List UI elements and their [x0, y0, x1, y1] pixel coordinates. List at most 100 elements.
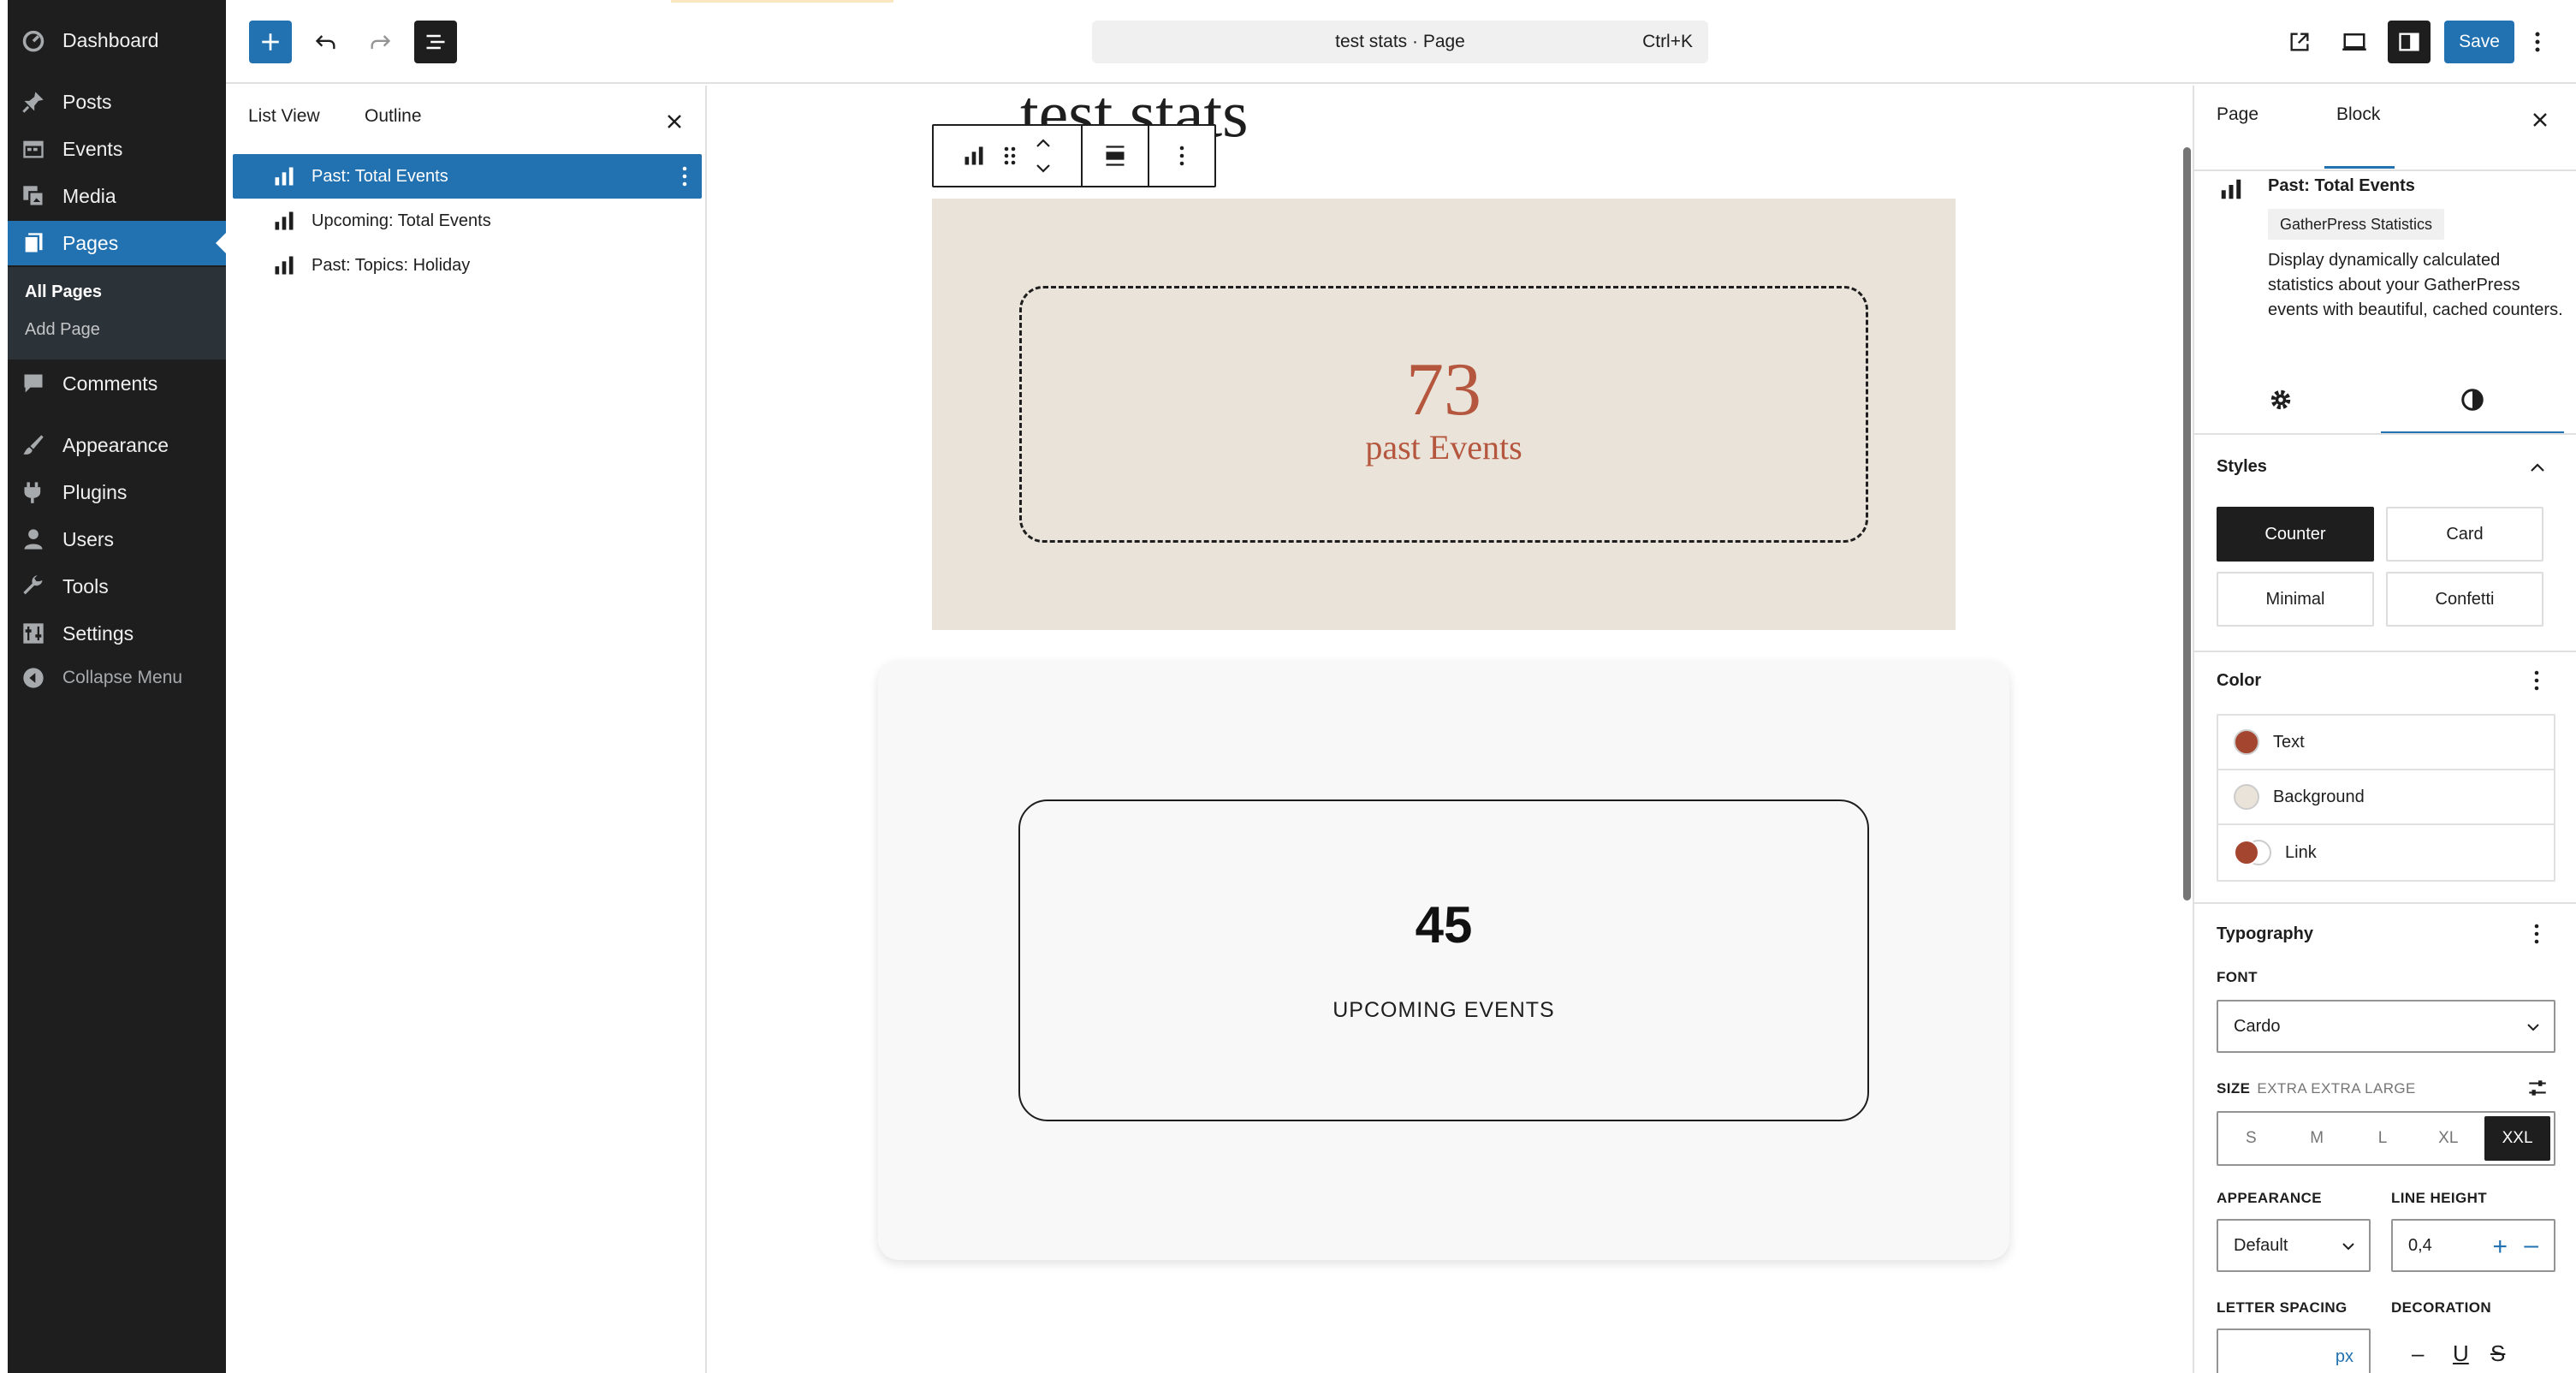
bar-chart-icon — [275, 256, 294, 275]
list-item-label: Upcoming: Total Events — [312, 211, 491, 230]
settings-toggle-button[interactable] — [2388, 21, 2431, 63]
color-link-item[interactable]: Link — [2218, 825, 2554, 880]
device-preview-button[interactable] — [2333, 21, 2376, 63]
size-s-button[interactable]: S — [2218, 1113, 2284, 1164]
stats-block-past-events[interactable]: 73 past Events — [932, 199, 1956, 630]
size-m-button[interactable]: M — [2284, 1113, 2350, 1164]
more-vertical-icon — [2535, 32, 2540, 52]
close-settings-button[interactable] — [2525, 104, 2555, 135]
block-variation-badge: GatherPress Statistics — [2268, 209, 2445, 240]
drag-handle-icon[interactable] — [1001, 144, 1018, 168]
canvas-scrollbar[interactable] — [2183, 147, 2191, 900]
plugin-icon — [21, 480, 45, 504]
menu-item-appearance[interactable]: Appearance — [8, 423, 226, 467]
styles-subtab[interactable] — [2460, 387, 2485, 413]
more-vertical-icon[interactable] — [2533, 923, 2540, 945]
size-xl-button[interactable]: XL — [2415, 1113, 2481, 1164]
block-options-button[interactable] — [1149, 126, 1214, 186]
menu-label: Pages — [62, 231, 119, 254]
list-item-label: Past: Total Events — [312, 166, 448, 186]
menu-item-media[interactable]: Media — [8, 174, 226, 218]
chevron-down-icon — [2342, 1243, 2354, 1251]
calendar-icon — [21, 137, 45, 161]
decoration-underline-button[interactable]: U — [2453, 1340, 2469, 1367]
collapse-icon — [21, 666, 45, 690]
style-minimal-button[interactable]: Minimal — [2217, 572, 2374, 627]
block-toolbar — [932, 124, 1216, 187]
menu-item-users[interactable]: Users — [8, 517, 226, 562]
line-height-input[interactable]: 0,4 + – — [2391, 1219, 2555, 1272]
sidebar-edge — [0, 0, 8, 1373]
more-vertical-icon[interactable] — [681, 165, 688, 187]
block-settings-panel: Page Block Past: Total Events GatherPres… — [2193, 86, 2576, 1373]
move-up-down-icon[interactable] — [1034, 134, 1053, 177]
size-l-button[interactable]: L — [2350, 1113, 2416, 1164]
menu-item-plugins[interactable]: Plugins — [8, 470, 226, 514]
line-height-label: LINE HEIGHT — [2391, 1190, 2488, 1206]
list-item-upcoming-total-events[interactable]: Upcoming: Total Events — [233, 199, 702, 243]
align-icon — [1106, 146, 1125, 166]
font-size-picker: S M L XL XXL — [2217, 1111, 2555, 1166]
stats-block-upcoming-events[interactable]: 45 UPCOMING EVENTS — [878, 661, 2009, 1260]
menu-item-settings[interactable]: Settings — [8, 611, 226, 656]
options-button[interactable] — [2525, 21, 2550, 63]
menu-item-comments[interactable]: Comments — [8, 361, 226, 406]
appearance-select[interactable]: Default — [2217, 1219, 2371, 1272]
decoration-strikethrough-button[interactable]: S — [2490, 1340, 2505, 1367]
menu-item-posts[interactable]: Posts — [8, 80, 226, 124]
decrement-button[interactable]: – — [2524, 1231, 2538, 1260]
menu-item-dashboard[interactable]: Dashboard — [8, 18, 226, 62]
increment-button[interactable]: + — [2492, 1233, 2508, 1262]
style-counter-button[interactable]: Counter — [2217, 507, 2374, 562]
custom-size-icon[interactable] — [2526, 1077, 2549, 1099]
add-block-button[interactable] — [249, 21, 292, 63]
align-button[interactable] — [1083, 126, 1149, 186]
menu-item-pages[interactable]: Pages — [8, 221, 226, 265]
list-item-past-topics-holiday[interactable]: Past: Topics: Holiday — [233, 243, 702, 288]
menu-label: Dashboard — [62, 28, 159, 51]
collapse-menu-button[interactable]: Collapse Menu — [8, 656, 226, 700]
decoration-none-button[interactable]: – — [2412, 1340, 2424, 1367]
view-page-button[interactable] — [2278, 21, 2321, 63]
color-text-item[interactable]: Text — [2218, 716, 2554, 770]
redo-icon — [371, 35, 391, 50]
comment-icon — [21, 371, 45, 395]
undo-button[interactable] — [305, 21, 347, 63]
tab-block[interactable]: Block — [2336, 104, 2380, 125]
close-list-view-button[interactable] — [659, 106, 690, 137]
size-label: SIZE EXTRA EXTRA LARGE — [2217, 1080, 2416, 1097]
list-item-past-total-events[interactable]: Past: Total Events — [233, 154, 702, 199]
shortcut-hint: Ctrl+K — [1642, 32, 1693, 51]
style-confetti-button[interactable]: Confetti — [2386, 572, 2543, 627]
styles-section-title[interactable]: Styles — [2217, 457, 2267, 477]
divider — [2194, 651, 2576, 652]
menu-item-tools[interactable]: Tools — [8, 564, 226, 609]
chevron-up-icon[interactable] — [2528, 459, 2547, 478]
brush-icon — [21, 433, 45, 457]
tab-list-view[interactable]: List View — [248, 106, 320, 127]
tab-page[interactable]: Page — [2217, 104, 2258, 125]
settings-subtab[interactable] — [2268, 387, 2294, 413]
tab-outline[interactable]: Outline — [365, 106, 422, 127]
divider — [2194, 902, 2576, 904]
appearance-label: APPEARANCE — [2217, 1190, 2323, 1206]
menu-label: Posts — [62, 90, 112, 113]
command-palette-bar[interactable]: test stats · Page Ctrl+K — [1092, 21, 1708, 63]
font-select[interactable]: Cardo — [2217, 1000, 2555, 1053]
bar-chart-icon[interactable] — [962, 144, 986, 168]
color-background-item[interactable]: Background — [2218, 770, 2554, 825]
save-button[interactable]: Save — [2444, 21, 2514, 63]
document-overview-button[interactable] — [414, 21, 457, 63]
style-card-button[interactable]: Card — [2386, 507, 2543, 562]
letter-spacing-input[interactable]: px — [2217, 1328, 2371, 1373]
redo-button[interactable] — [359, 21, 401, 63]
list-item-label: Past: Topics: Holiday — [312, 255, 471, 275]
submenu-add-page[interactable]: Add Page — [25, 320, 100, 340]
submenu-all-pages[interactable]: All Pages — [25, 282, 102, 302]
more-vertical-icon[interactable] — [2533, 669, 2540, 692]
block-type-controls — [934, 126, 1083, 186]
letter-spacing-unit[interactable]: px — [2336, 1347, 2353, 1367]
admin-sidebar: Dashboard Posts Events Media Pages All P… — [0, 0, 226, 1373]
menu-item-events[interactable]: Events — [8, 127, 226, 171]
size-xxl-button[interactable]: XXL — [2484, 1116, 2550, 1161]
